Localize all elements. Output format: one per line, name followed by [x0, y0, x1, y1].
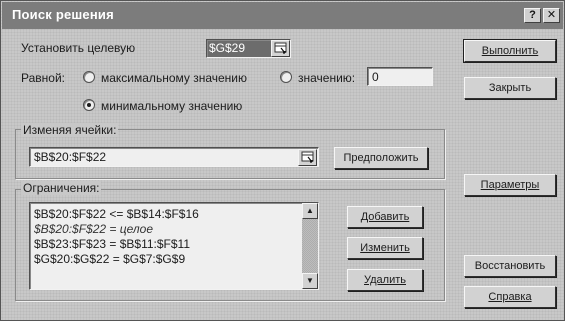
close-button-label: Закрыть [488, 82, 532, 94]
range-select-icon [301, 151, 314, 163]
constraint-item[interactable]: $B$20:$F$22 = целое [34, 222, 153, 236]
delete-constraint-button[interactable]: Удалить [347, 269, 423, 291]
guess-button[interactable]: Предположить [334, 147, 428, 169]
close-title-button[interactable]: ✕ [543, 8, 560, 23]
radio-min-label: минимальному значению [101, 99, 243, 113]
help-button-label: Справка [488, 291, 532, 303]
delete-button-label: Удалить [364, 274, 406, 286]
close-button[interactable]: Закрыть [464, 77, 556, 99]
radio-max[interactable] [83, 71, 95, 83]
changing-range-select-button[interactable] [298, 149, 317, 166]
solve-button-label: Выполнить [481, 45, 539, 57]
help-title-button[interactable]: ? [524, 8, 541, 23]
target-cell-label: Установить целевую [21, 41, 136, 55]
equal-to-label: Равной: [21, 71, 65, 85]
radio-value-label: значению: [298, 71, 356, 85]
target-cell-input[interactable]: $G$29 [206, 39, 291, 58]
reset-all-button[interactable]: Восстановить [464, 255, 556, 277]
options-button-label: Параметры [480, 179, 540, 191]
constraint-item[interactable]: $G$20:$G$22 = $G$7:$G$9 [34, 252, 185, 266]
guess-button-label: Предположить [343, 152, 419, 164]
constraint-item[interactable]: $B$23:$F$23 = $B$11:$F$11 [34, 237, 190, 251]
change-button-label: Изменить [360, 242, 410, 254]
constraints-list[interactable]: $B$20:$F$22 <= $B$14:$F$16 $B$20:$F$22 =… [29, 202, 319, 290]
constraints-label: Ограничения: [21, 181, 102, 195]
radio-min[interactable] [83, 99, 95, 111]
options-button[interactable]: Параметры [464, 174, 556, 196]
target-cell-value: $G$29 [209, 41, 246, 55]
radio-value[interactable] [280, 71, 292, 83]
target-range-select-button[interactable] [271, 40, 290, 57]
value-of-input[interactable]: 0 [367, 67, 433, 86]
scroll-down-arrow-icon[interactable]: ▼ [302, 273, 318, 289]
reset-button-label: Восстановить [474, 260, 546, 272]
solve-button[interactable]: Выполнить [463, 39, 557, 63]
solver-dialog: Поиск решения ? ✕ Установить целевую $G$… [0, 0, 565, 321]
help-button[interactable]: Справка [464, 286, 556, 308]
changing-cells-label: Изменяя ячейки: [21, 123, 119, 137]
constraint-item[interactable]: $B$20:$F$22 <= $B$14:$F$16 [34, 207, 199, 221]
add-button-label: Добавить [360, 211, 410, 223]
range-select-icon [274, 42, 287, 54]
changing-cells-input[interactable]: $B$20:$F$22 [29, 147, 319, 167]
window-title: Поиск решения [12, 7, 114, 22]
changing-cells-value: $B$20:$F$22 [34, 150, 107, 164]
value-of-value: 0 [372, 70, 379, 84]
change-constraint-button[interactable]: Изменить [347, 237, 423, 259]
title-bar[interactable]: Поиск решения ? ✕ [2, 2, 563, 29]
scroll-up-arrow-icon[interactable]: ▲ [302, 203, 318, 219]
constraints-scrollbar[interactable]: ▲ ▼ [302, 203, 318, 289]
radio-max-label: максимальному значению [101, 71, 248, 85]
add-constraint-button[interactable]: Добавить [347, 206, 423, 228]
